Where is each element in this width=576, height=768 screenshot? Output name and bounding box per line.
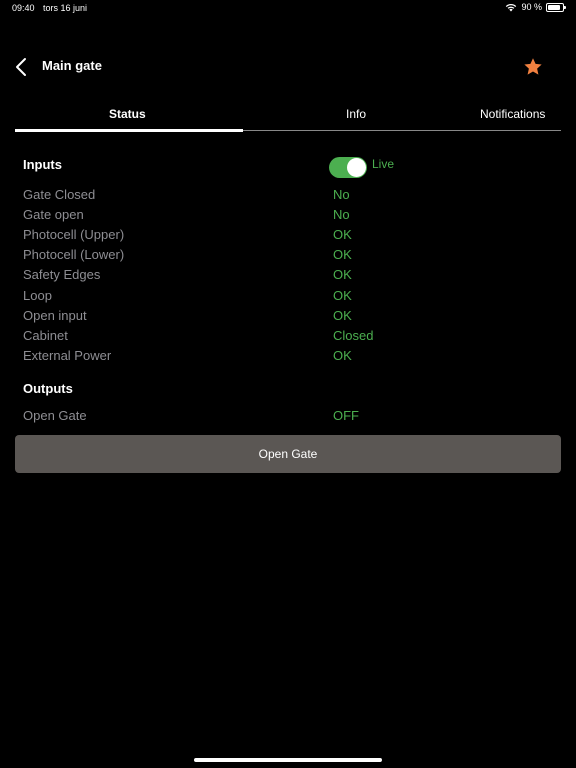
inputs-section-title: Inputs [23, 157, 62, 172]
input-label: Cabinet [23, 328, 68, 343]
output-row: Open Gate OFF [23, 408, 543, 428]
input-value: No [333, 187, 350, 202]
input-label: Gate open [23, 207, 84, 222]
input-label: Loop [23, 288, 52, 303]
input-value: OK [333, 308, 352, 323]
input-row: Gate open No [23, 207, 543, 227]
tab-status[interactable]: Status [109, 107, 146, 121]
input-value: OK [333, 348, 352, 363]
nav-header: Main gate [0, 52, 576, 82]
input-row: Gate Closed No [23, 187, 543, 207]
chevron-left-icon[interactable] [12, 56, 32, 78]
output-label: Open Gate [23, 408, 87, 423]
input-value: OK [333, 288, 352, 303]
tab-notifications[interactable]: Notifications [480, 107, 545, 121]
input-row: Photocell (Upper) OK [23, 227, 543, 247]
input-row: Open input OK [23, 308, 543, 328]
status-bar: 09:40 tors 16 juni 90 % [0, 0, 576, 16]
input-label: External Power [23, 348, 112, 363]
battery-icon [546, 2, 566, 12]
input-value: OK [333, 267, 352, 282]
input-row: Photocell (Lower) OK [23, 247, 543, 267]
outputs-section-title: Outputs [23, 381, 73, 396]
output-value: OFF [333, 408, 359, 423]
status-right: 90 % [505, 2, 566, 12]
input-value: Closed [333, 328, 374, 343]
input-label: Open input [23, 308, 87, 323]
input-label: Photocell (Lower) [23, 247, 125, 262]
input-label: Safety Edges [23, 267, 101, 282]
wifi-icon [506, 3, 517, 11]
status-time: 09:40 [12, 3, 35, 13]
gate-detail-screen: 09:40 tors 16 juni 90 % Main gate Status… [0, 0, 576, 768]
home-indicator [194, 758, 382, 762]
live-label: Live [372, 157, 395, 171]
page-title: Main gate [42, 58, 102, 73]
battery-percent: 90 % [521, 2, 542, 12]
open-gate-button[interactable]: Open Gate [15, 435, 561, 473]
input-value: No [333, 207, 350, 222]
tab-bar: Status Info Notifications [15, 104, 561, 132]
input-row: Loop OK [23, 288, 543, 308]
input-row: Cabinet Closed [23, 328, 543, 348]
toggle-knob [347, 158, 366, 177]
input-label: Gate Closed [23, 187, 96, 202]
tab-info[interactable]: Info [346, 107, 366, 121]
star-icon[interactable] [522, 56, 544, 78]
status-date: tors 16 juni [43, 3, 88, 13]
tab-active-indicator [15, 129, 243, 132]
live-toggle[interactable] [329, 157, 367, 178]
input-value: OK [333, 247, 352, 262]
input-row: Safety Edges OK [23, 267, 543, 287]
input-value: OK [333, 227, 352, 242]
input-row: External Power OK [23, 348, 543, 368]
input-label: Photocell (Upper) [23, 227, 125, 242]
